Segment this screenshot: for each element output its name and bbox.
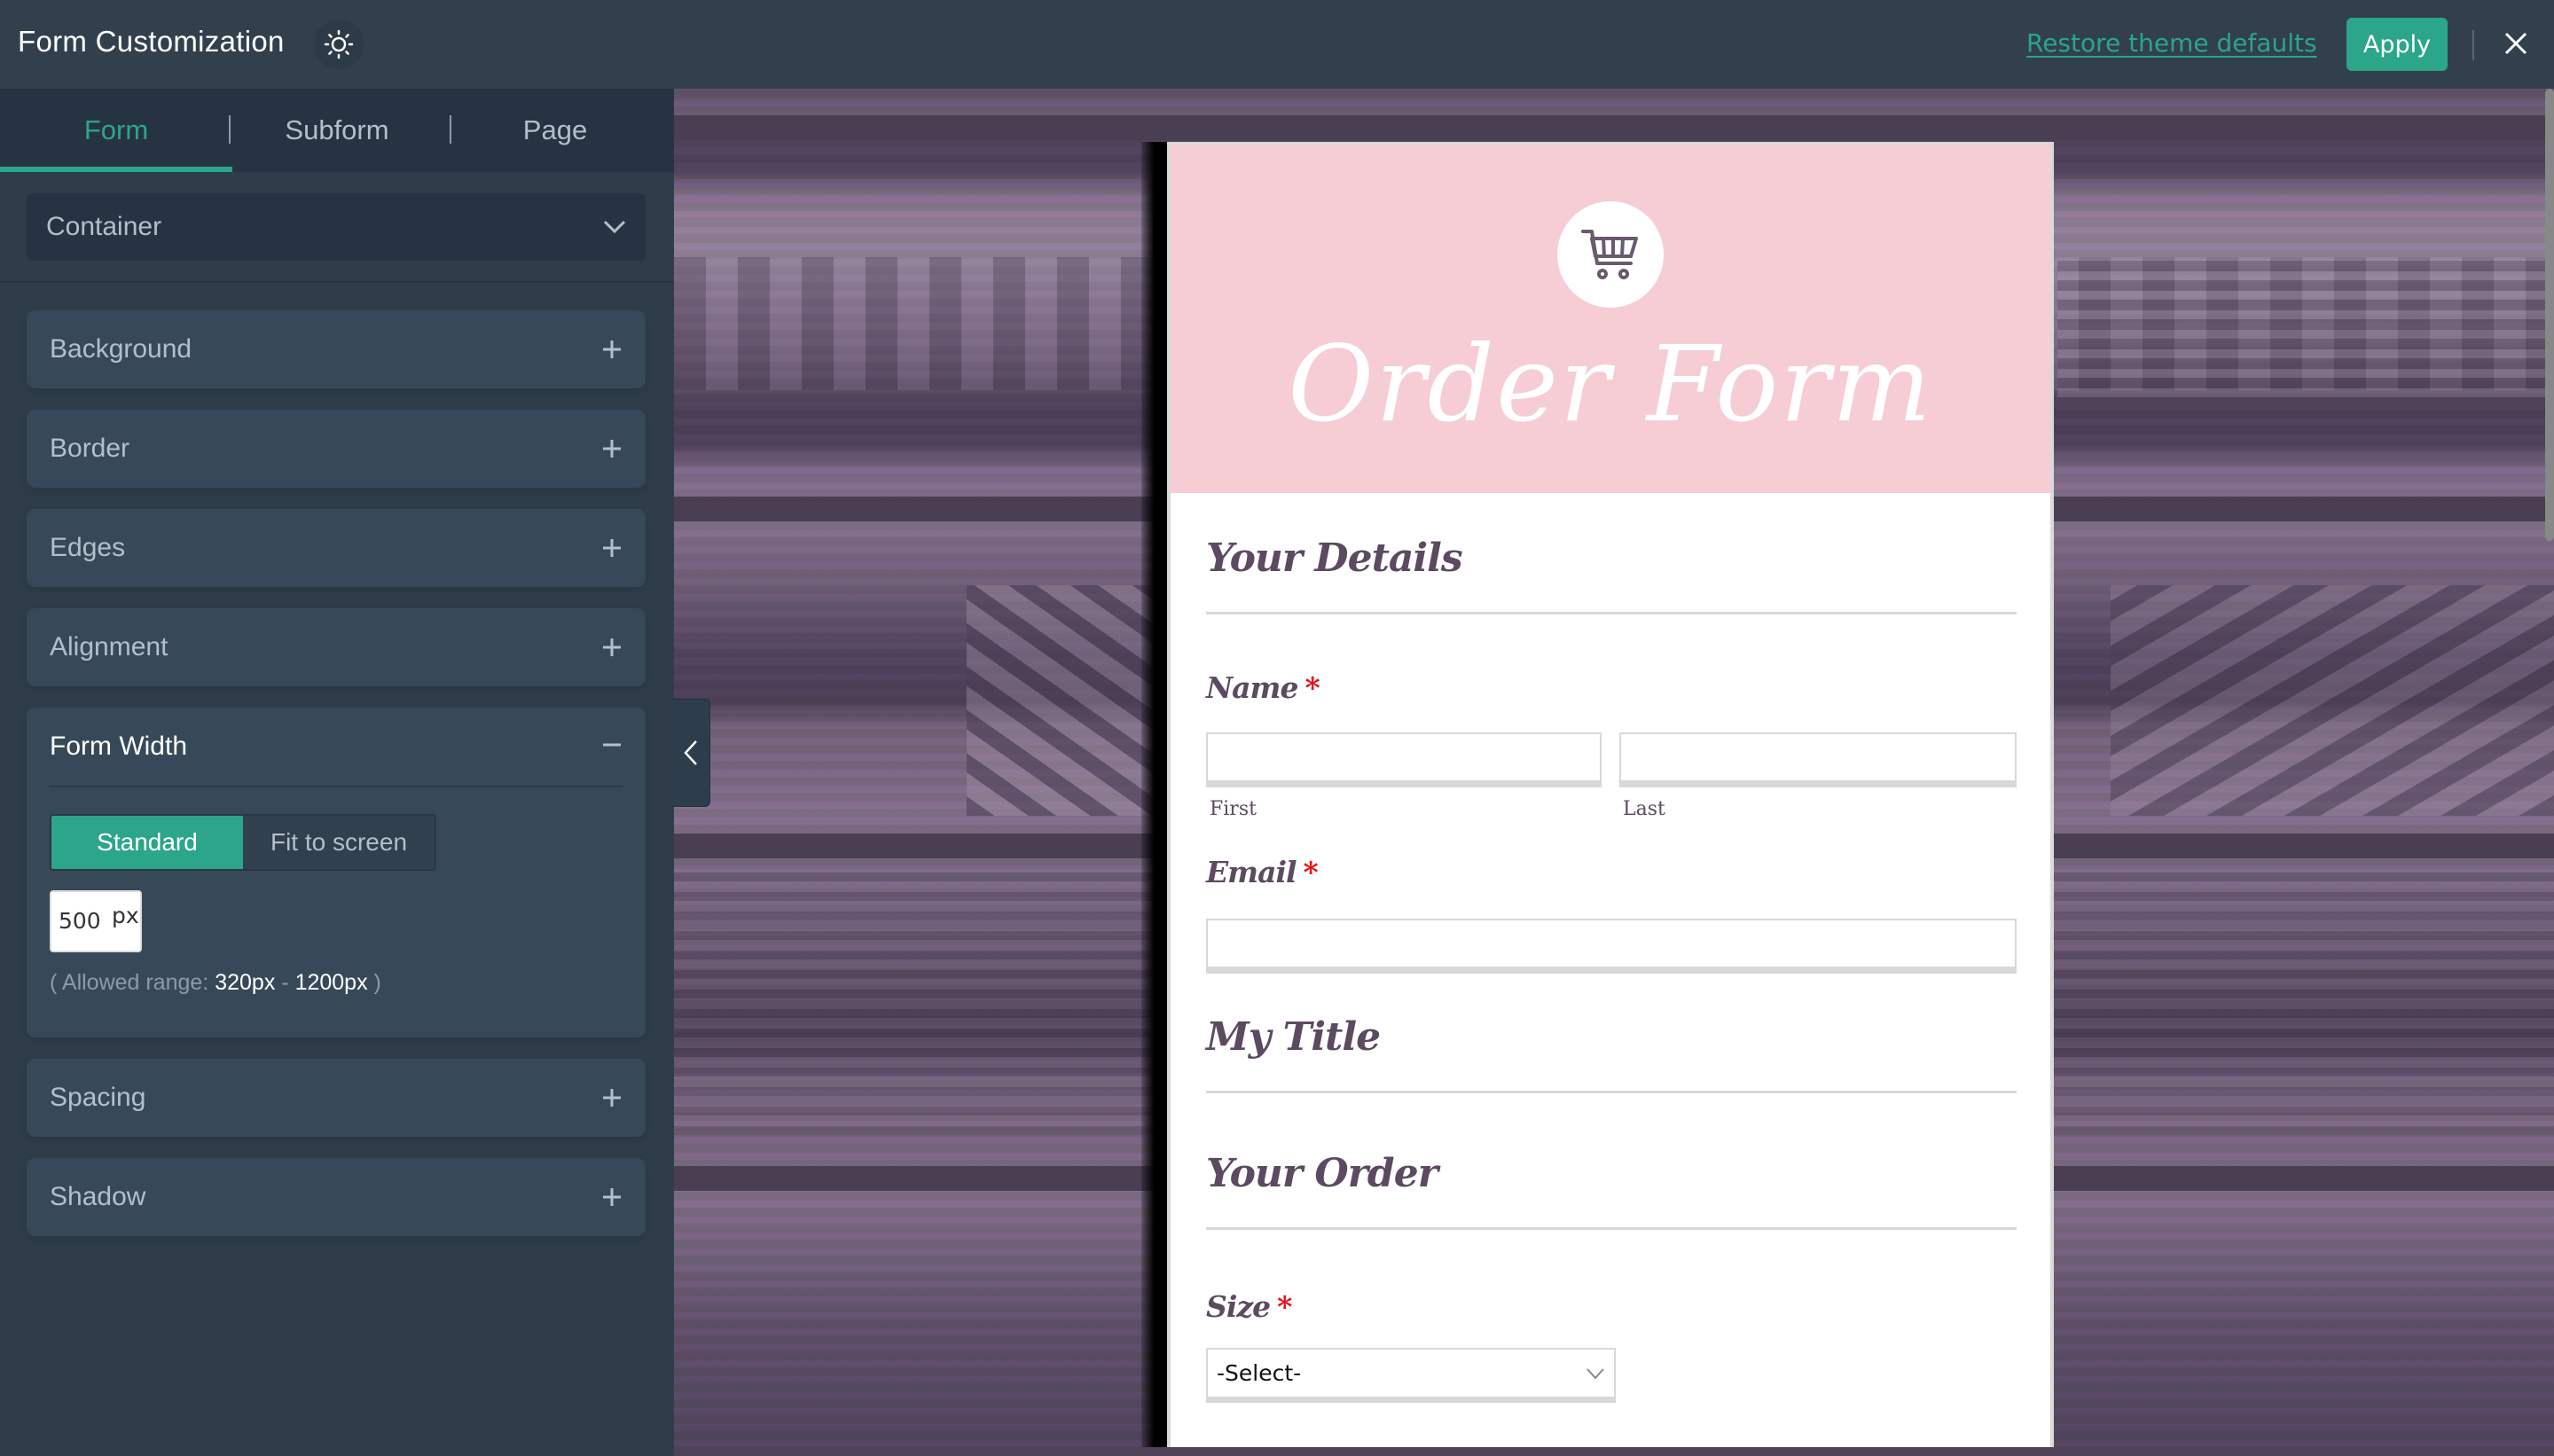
first-name-input[interactable] (1206, 732, 1602, 787)
close-button[interactable] (2497, 23, 2534, 64)
first-name-sublabel: First (1210, 798, 1257, 820)
panel-title: Border (50, 434, 130, 463)
form-width-input[interactable] (59, 908, 106, 934)
close-icon (2504, 32, 2527, 55)
section-divider (1206, 612, 2017, 614)
range-separator: - (275, 970, 295, 995)
allowed-range-hint: ( Allowed range: 320px - 1200px ) (50, 970, 381, 996)
range-prefix: ( Allowed range: (50, 970, 215, 995)
required-marker: * (1303, 855, 1319, 889)
size-select[interactable]: -Select- (1206, 1348, 1616, 1403)
tab-subform[interactable]: Subform (232, 89, 442, 172)
element-select-value: Container (46, 212, 162, 241)
plus-icon (603, 638, 621, 656)
section-heading-your-order: Your Order (1206, 1151, 1438, 1196)
element-select-dropdown[interactable]: Container (27, 193, 646, 261)
active-tab-indicator (0, 167, 232, 172)
section-divider (1206, 1227, 2017, 1230)
panel-shadow[interactable]: Shadow (27, 1158, 646, 1236)
section-heading-my-title: My Title (1206, 1014, 1381, 1060)
range-max: 1200px (294, 970, 368, 995)
chevron-left-icon (683, 740, 697, 765)
email-label-text: Email (1206, 855, 1297, 889)
background-shelf (674, 115, 2554, 140)
chevron-down-icon (603, 220, 626, 234)
section-divider (1206, 1091, 2017, 1093)
theme-toggle-button[interactable] (314, 20, 364, 69)
tab-bar: Form Subform Page (0, 89, 674, 172)
section-heading-your-details: Your Details (1206, 536, 1463, 581)
panel-title: Form Width (50, 732, 188, 761)
preview-scrollbar[interactable] (2545, 89, 2554, 541)
width-mode-standard[interactable]: Standard (51, 816, 243, 869)
form-title: Order Form (1288, 323, 1933, 445)
panel-title: Alignment (50, 632, 168, 661)
panel-alignment[interactable]: Alignment (27, 608, 646, 686)
header-divider (2472, 30, 2474, 60)
panel-title: Shadow (50, 1182, 146, 1211)
required-marker: * (1304, 670, 1320, 705)
email-field-label: Email * (1206, 855, 1319, 889)
form-width-field: px (50, 890, 142, 952)
size-field-label: Size * (1206, 1289, 1292, 1324)
sun-icon (324, 29, 354, 59)
plus-icon (603, 440, 621, 458)
width-mode-toggle: Standard Fit to screen (50, 814, 436, 871)
range-min: 320px (215, 970, 276, 995)
tab-separator (229, 115, 231, 144)
width-mode-fit-to-screen[interactable]: Fit to screen (243, 816, 435, 869)
panel-title: Edges (50, 533, 126, 562)
panel-form-width: Form Width Standard Fit to screen px ( A… (27, 708, 646, 1037)
email-input[interactable] (1206, 919, 2017, 974)
customization-sidebar: Form Subform Page Container Background B… (0, 89, 674, 1456)
minus-icon (603, 743, 621, 747)
name-field-label: Name * (1206, 670, 1320, 705)
panel-spacing[interactable]: Spacing (27, 1059, 646, 1137)
panel-edges[interactable]: Edges (27, 509, 646, 587)
background-pattern (2057, 257, 2554, 408)
range-suffix: ) (367, 970, 381, 995)
name-label-text: Name (1206, 670, 1298, 705)
background-pattern (2111, 585, 2554, 816)
form-shadow (1141, 142, 1170, 1447)
apply-button[interactable]: Apply (2346, 18, 2448, 71)
last-name-input[interactable] (1619, 732, 2017, 787)
form-header: Order Form (1171, 145, 2050, 493)
form-logo (1557, 201, 1664, 308)
panel-form-width-header[interactable]: Form Width (27, 708, 646, 786)
tab-form[interactable]: Form (0, 89, 232, 172)
size-select-value: -Select- (1217, 1360, 1302, 1386)
panel-border[interactable]: Border (27, 410, 646, 488)
top-bar: Form Customization Restore theme default… (0, 0, 2554, 89)
last-name-sublabel: Last (1623, 798, 1665, 820)
app-title: Form Customization (18, 25, 285, 58)
chevron-down-icon (1586, 1367, 1604, 1379)
panel-divider (50, 786, 623, 787)
collapse-sidebar-button[interactable] (671, 699, 710, 807)
form-width-unit: px (112, 903, 139, 928)
plus-icon (603, 539, 621, 557)
sidebar-divider (0, 281, 674, 283)
restore-theme-defaults-link[interactable]: Restore theme defaults (2026, 28, 2317, 58)
plus-icon (603, 1188, 621, 1206)
shopping-cart-icon (1581, 230, 1638, 279)
panel-title: Spacing (50, 1083, 146, 1112)
panel-title: Background (50, 334, 192, 364)
required-marker: * (1277, 1289, 1292, 1324)
panel-background[interactable]: Background (27, 310, 646, 388)
tab-page[interactable]: Page (443, 89, 667, 172)
form-preview: Order Form Your Details Name * First Last… (1167, 142, 2054, 1447)
size-label-text: Size (1206, 1289, 1271, 1324)
plus-icon (603, 341, 621, 358)
plus-icon (603, 1089, 621, 1107)
